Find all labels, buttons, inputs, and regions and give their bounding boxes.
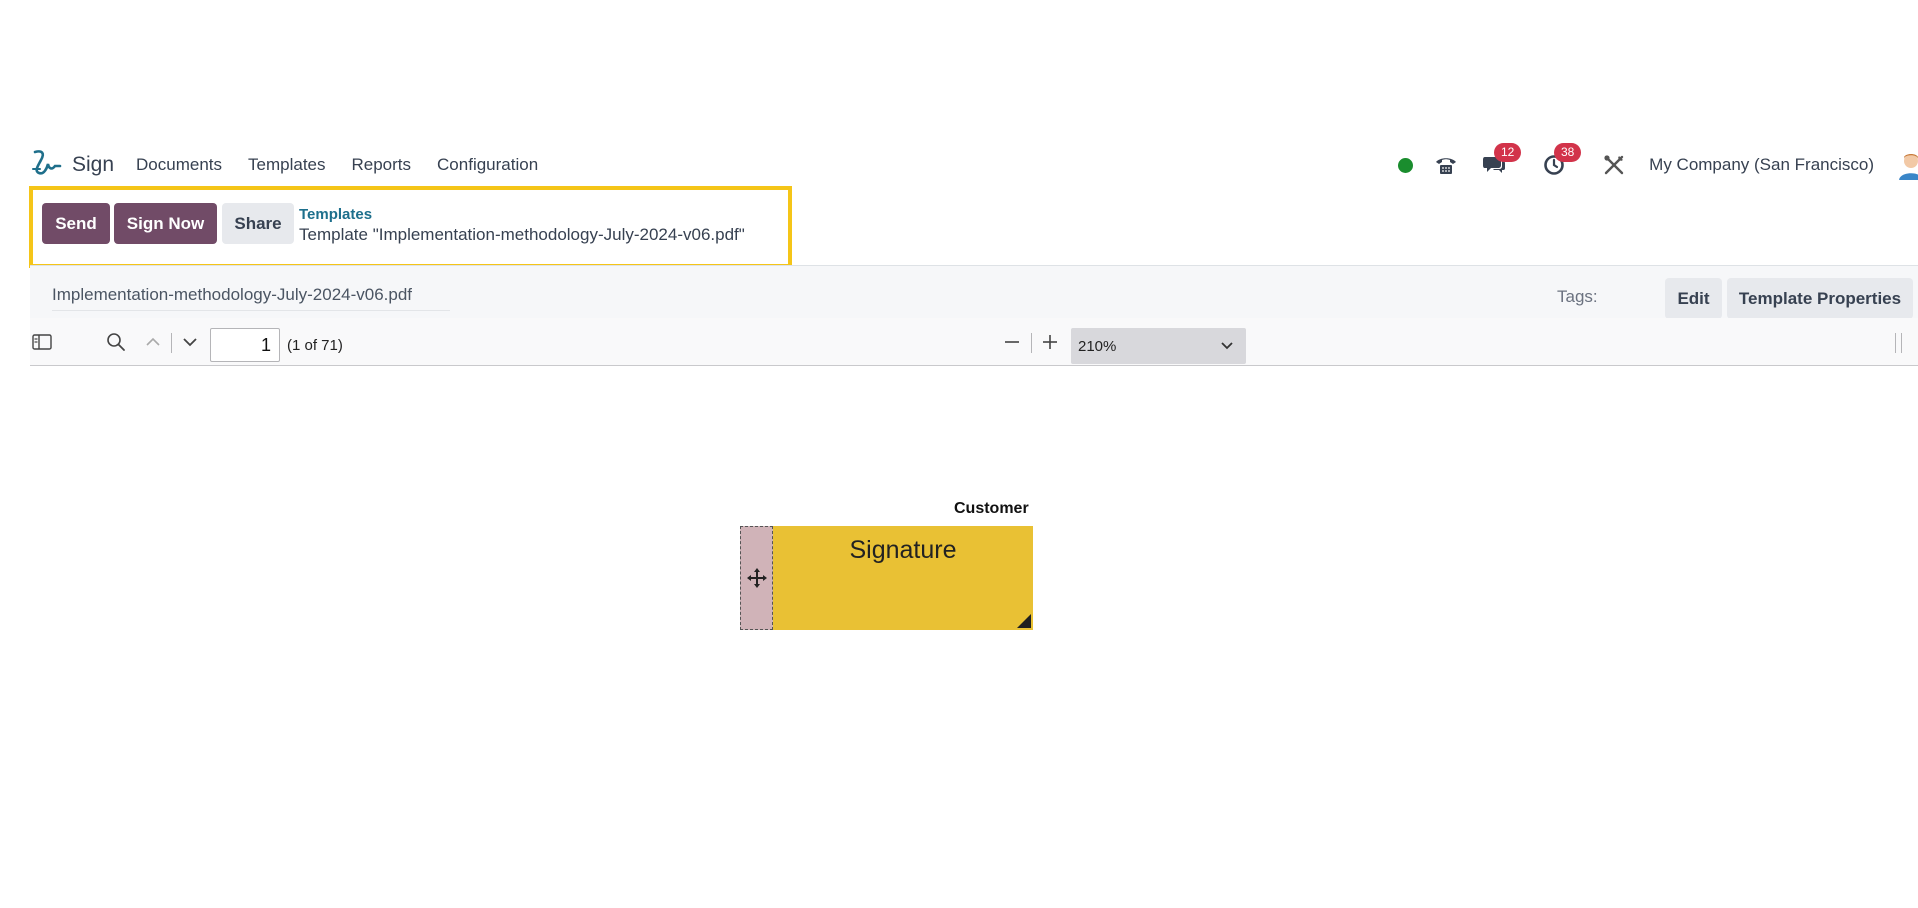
page-number-input[interactable]: [210, 328, 280, 362]
main-menu: Documents Templates Reports Configuratio…: [136, 155, 564, 175]
menu-reports[interactable]: Reports: [352, 155, 412, 175]
edit-button[interactable]: Edit: [1665, 278, 1722, 319]
presence-status-icon[interactable]: [1398, 157, 1414, 173]
sign-app-icon: [30, 147, 62, 184]
zoom-value: 210%: [1078, 337, 1117, 355]
document-header: Implementation-methodology-July-2024-v06…: [30, 266, 1918, 319]
resize-handle[interactable]: [1017, 614, 1031, 628]
activities-clock-icon[interactable]: 38: [1541, 143, 1582, 178]
company-switcher[interactable]: My Company (San Francisco): [1649, 155, 1874, 175]
menu-configuration[interactable]: Configuration: [437, 155, 538, 175]
sidebar-toggle-icon[interactable]: [30, 330, 54, 354]
app-brand[interactable]: Sign: [30, 147, 114, 184]
page-count: (1 of 71): [287, 337, 343, 354]
menu-templates[interactable]: Templates: [248, 155, 325, 175]
user-avatar[interactable]: [1896, 150, 1918, 180]
send-button[interactable]: Send: [42, 203, 110, 244]
main-navbar: Sign Documents Templates Reports Configu…: [30, 143, 1918, 187]
systray: 12 38 My Company (San Francisco): [1398, 143, 1918, 187]
toolbar-separator: [1895, 333, 1896, 353]
search-icon[interactable]: [104, 330, 128, 354]
tools-icon[interactable]: [1601, 152, 1627, 178]
signature-field[interactable]: Signature: [740, 526, 1033, 630]
pdf-toolbar: (1 of 71) 210%: [30, 318, 1918, 366]
chevron-down-icon: [1221, 342, 1233, 350]
move-handle-icon[interactable]: [740, 526, 773, 630]
share-button[interactable]: Share: [222, 203, 294, 244]
previous-page-icon[interactable]: [141, 330, 165, 354]
messages-count-badge: 12: [1494, 143, 1522, 162]
toolbar-separator: [1901, 333, 1902, 353]
zoom-out-icon[interactable]: [1000, 330, 1024, 354]
activities-count-badge: 38: [1554, 143, 1582, 162]
breadcrumb-parent[interactable]: Templates: [299, 206, 372, 223]
phone-icon[interactable]: [1433, 152, 1459, 178]
toolbar-separator: [1031, 333, 1032, 353]
zoom-select[interactable]: 210%: [1071, 328, 1246, 364]
signature-field-label: Signature: [849, 536, 957, 564]
messages-icon[interactable]: 12: [1481, 143, 1522, 178]
sign-now-button[interactable]: Sign Now: [114, 203, 217, 244]
next-page-icon[interactable]: [178, 330, 202, 354]
menu-documents[interactable]: Documents: [136, 155, 222, 175]
zoom-in-icon[interactable]: [1038, 330, 1062, 354]
tags-label: Tags:: [1557, 287, 1598, 306]
template-properties-button[interactable]: Template Properties: [1727, 278, 1913, 319]
app-name: Sign: [72, 153, 115, 176]
role-label: Customer: [954, 500, 1029, 517]
document-name-field[interactable]: Implementation-methodology-July-2024-v06…: [52, 285, 450, 311]
toolbar-separator: [171, 333, 172, 353]
breadcrumb-current: Template "Implementation-methodology-Jul…: [299, 225, 745, 244]
